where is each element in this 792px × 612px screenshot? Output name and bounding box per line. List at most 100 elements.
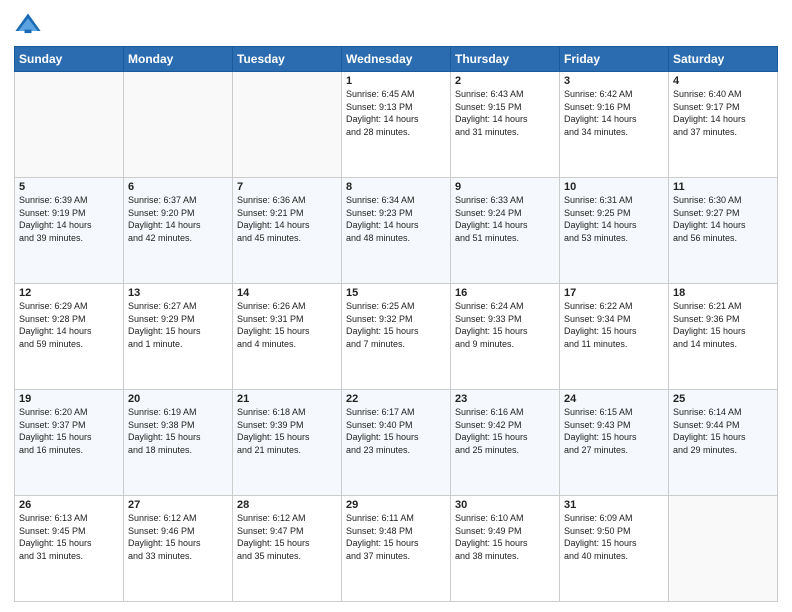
day-number: 10 <box>564 181 664 193</box>
day-number: 1 <box>346 75 446 87</box>
calendar-cell: 19Sunrise: 6:20 AM Sunset: 9:37 PM Dayli… <box>15 390 124 496</box>
calendar-week-1: 1Sunrise: 6:45 AM Sunset: 9:13 PM Daylig… <box>15 72 778 178</box>
col-thursday: Thursday <box>451 47 560 72</box>
calendar-cell: 25Sunrise: 6:14 AM Sunset: 9:44 PM Dayli… <box>669 390 778 496</box>
day-info: Sunrise: 6:22 AM Sunset: 9:34 PM Dayligh… <box>564 300 664 350</box>
col-wednesday: Wednesday <box>342 47 451 72</box>
day-number: 16 <box>455 287 555 299</box>
day-number: 22 <box>346 393 446 405</box>
calendar-cell: 13Sunrise: 6:27 AM Sunset: 9:29 PM Dayli… <box>124 284 233 390</box>
calendar-cell: 27Sunrise: 6:12 AM Sunset: 9:46 PM Dayli… <box>124 496 233 602</box>
day-info: Sunrise: 6:12 AM Sunset: 9:46 PM Dayligh… <box>128 512 228 562</box>
day-number: 28 <box>237 499 337 511</box>
day-number: 14 <box>237 287 337 299</box>
calendar-cell: 10Sunrise: 6:31 AM Sunset: 9:25 PM Dayli… <box>560 178 669 284</box>
day-info: Sunrise: 6:20 AM Sunset: 9:37 PM Dayligh… <box>19 406 119 456</box>
calendar-week-5: 26Sunrise: 6:13 AM Sunset: 9:45 PM Dayli… <box>15 496 778 602</box>
header <box>14 10 778 38</box>
calendar-header-row: Sunday Monday Tuesday Wednesday Thursday… <box>15 47 778 72</box>
calendar-week-4: 19Sunrise: 6:20 AM Sunset: 9:37 PM Dayli… <box>15 390 778 496</box>
col-monday: Monday <box>124 47 233 72</box>
calendar-cell: 31Sunrise: 6:09 AM Sunset: 9:50 PM Dayli… <box>560 496 669 602</box>
day-info: Sunrise: 6:27 AM Sunset: 9:29 PM Dayligh… <box>128 300 228 350</box>
day-info: Sunrise: 6:42 AM Sunset: 9:16 PM Dayligh… <box>564 88 664 138</box>
calendar-cell: 29Sunrise: 6:11 AM Sunset: 9:48 PM Dayli… <box>342 496 451 602</box>
day-info: Sunrise: 6:43 AM Sunset: 9:15 PM Dayligh… <box>455 88 555 138</box>
day-info: Sunrise: 6:26 AM Sunset: 9:31 PM Dayligh… <box>237 300 337 350</box>
day-number: 25 <box>673 393 773 405</box>
calendar-cell: 22Sunrise: 6:17 AM Sunset: 9:40 PM Dayli… <box>342 390 451 496</box>
calendar-cell: 11Sunrise: 6:30 AM Sunset: 9:27 PM Dayli… <box>669 178 778 284</box>
calendar-cell: 20Sunrise: 6:19 AM Sunset: 9:38 PM Dayli… <box>124 390 233 496</box>
day-number: 26 <box>19 499 119 511</box>
day-number: 3 <box>564 75 664 87</box>
day-number: 24 <box>564 393 664 405</box>
calendar-cell: 8Sunrise: 6:34 AM Sunset: 9:23 PM Daylig… <box>342 178 451 284</box>
calendar-cell: 21Sunrise: 6:18 AM Sunset: 9:39 PM Dayli… <box>233 390 342 496</box>
day-info: Sunrise: 6:18 AM Sunset: 9:39 PM Dayligh… <box>237 406 337 456</box>
day-number: 21 <box>237 393 337 405</box>
calendar-cell <box>233 72 342 178</box>
day-number: 15 <box>346 287 446 299</box>
col-friday: Friday <box>560 47 669 72</box>
day-number: 31 <box>564 499 664 511</box>
day-info: Sunrise: 6:37 AM Sunset: 9:20 PM Dayligh… <box>128 194 228 244</box>
day-number: 2 <box>455 75 555 87</box>
calendar-cell: 17Sunrise: 6:22 AM Sunset: 9:34 PM Dayli… <box>560 284 669 390</box>
col-tuesday: Tuesday <box>233 47 342 72</box>
day-info: Sunrise: 6:39 AM Sunset: 9:19 PM Dayligh… <box>19 194 119 244</box>
day-info: Sunrise: 6:36 AM Sunset: 9:21 PM Dayligh… <box>237 194 337 244</box>
col-sunday: Sunday <box>15 47 124 72</box>
day-info: Sunrise: 6:30 AM Sunset: 9:27 PM Dayligh… <box>673 194 773 244</box>
page: Sunday Monday Tuesday Wednesday Thursday… <box>0 0 792 612</box>
day-number: 29 <box>346 499 446 511</box>
day-number: 6 <box>128 181 228 193</box>
day-info: Sunrise: 6:25 AM Sunset: 9:32 PM Dayligh… <box>346 300 446 350</box>
calendar-cell: 26Sunrise: 6:13 AM Sunset: 9:45 PM Dayli… <box>15 496 124 602</box>
calendar-table: Sunday Monday Tuesday Wednesday Thursday… <box>14 46 778 602</box>
calendar-week-3: 12Sunrise: 6:29 AM Sunset: 9:28 PM Dayli… <box>15 284 778 390</box>
day-info: Sunrise: 6:29 AM Sunset: 9:28 PM Dayligh… <box>19 300 119 350</box>
calendar-cell: 28Sunrise: 6:12 AM Sunset: 9:47 PM Dayli… <box>233 496 342 602</box>
day-number: 5 <box>19 181 119 193</box>
day-number: 20 <box>128 393 228 405</box>
calendar-cell: 12Sunrise: 6:29 AM Sunset: 9:28 PM Dayli… <box>15 284 124 390</box>
calendar-cell: 9Sunrise: 6:33 AM Sunset: 9:24 PM Daylig… <box>451 178 560 284</box>
day-info: Sunrise: 6:24 AM Sunset: 9:33 PM Dayligh… <box>455 300 555 350</box>
day-info: Sunrise: 6:09 AM Sunset: 9:50 PM Dayligh… <box>564 512 664 562</box>
day-number: 27 <box>128 499 228 511</box>
calendar-cell: 16Sunrise: 6:24 AM Sunset: 9:33 PM Dayli… <box>451 284 560 390</box>
calendar-cell <box>669 496 778 602</box>
day-info: Sunrise: 6:34 AM Sunset: 9:23 PM Dayligh… <box>346 194 446 244</box>
day-info: Sunrise: 6:21 AM Sunset: 9:36 PM Dayligh… <box>673 300 773 350</box>
calendar-cell <box>124 72 233 178</box>
day-info: Sunrise: 6:10 AM Sunset: 9:49 PM Dayligh… <box>455 512 555 562</box>
logo <box>14 10 46 38</box>
calendar-cell: 24Sunrise: 6:15 AM Sunset: 9:43 PM Dayli… <box>560 390 669 496</box>
day-number: 18 <box>673 287 773 299</box>
calendar-cell: 2Sunrise: 6:43 AM Sunset: 9:15 PM Daylig… <box>451 72 560 178</box>
calendar-cell: 14Sunrise: 6:26 AM Sunset: 9:31 PM Dayli… <box>233 284 342 390</box>
calendar-cell: 30Sunrise: 6:10 AM Sunset: 9:49 PM Dayli… <box>451 496 560 602</box>
calendar-cell: 5Sunrise: 6:39 AM Sunset: 9:19 PM Daylig… <box>15 178 124 284</box>
logo-icon <box>14 10 42 38</box>
day-info: Sunrise: 6:31 AM Sunset: 9:25 PM Dayligh… <box>564 194 664 244</box>
day-info: Sunrise: 6:15 AM Sunset: 9:43 PM Dayligh… <box>564 406 664 456</box>
day-number: 12 <box>19 287 119 299</box>
col-saturday: Saturday <box>669 47 778 72</box>
day-info: Sunrise: 6:13 AM Sunset: 9:45 PM Dayligh… <box>19 512 119 562</box>
day-info: Sunrise: 6:14 AM Sunset: 9:44 PM Dayligh… <box>673 406 773 456</box>
calendar-cell <box>15 72 124 178</box>
day-info: Sunrise: 6:19 AM Sunset: 9:38 PM Dayligh… <box>128 406 228 456</box>
day-info: Sunrise: 6:12 AM Sunset: 9:47 PM Dayligh… <box>237 512 337 562</box>
day-info: Sunrise: 6:40 AM Sunset: 9:17 PM Dayligh… <box>673 88 773 138</box>
day-number: 11 <box>673 181 773 193</box>
calendar-cell: 23Sunrise: 6:16 AM Sunset: 9:42 PM Dayli… <box>451 390 560 496</box>
day-number: 4 <box>673 75 773 87</box>
day-info: Sunrise: 6:16 AM Sunset: 9:42 PM Dayligh… <box>455 406 555 456</box>
day-info: Sunrise: 6:45 AM Sunset: 9:13 PM Dayligh… <box>346 88 446 138</box>
calendar-week-2: 5Sunrise: 6:39 AM Sunset: 9:19 PM Daylig… <box>15 178 778 284</box>
calendar-cell: 6Sunrise: 6:37 AM Sunset: 9:20 PM Daylig… <box>124 178 233 284</box>
day-number: 7 <box>237 181 337 193</box>
calendar-cell: 18Sunrise: 6:21 AM Sunset: 9:36 PM Dayli… <box>669 284 778 390</box>
